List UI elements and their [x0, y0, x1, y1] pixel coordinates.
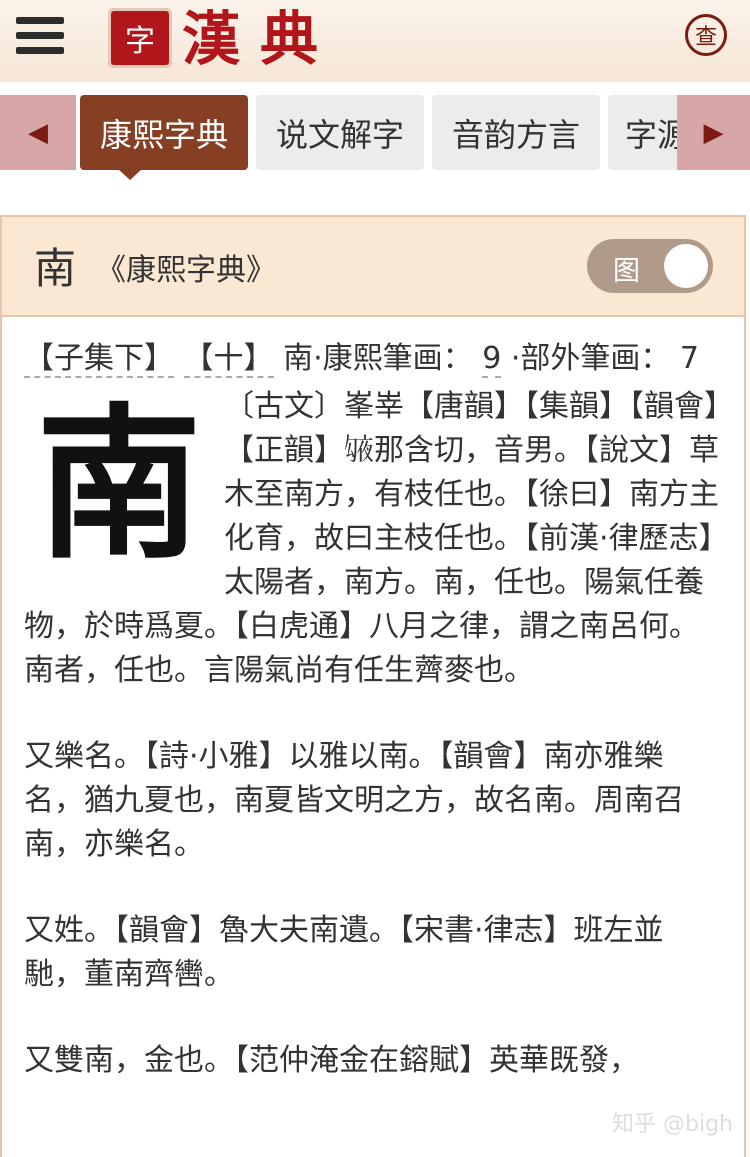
- toggle-knob: [664, 244, 708, 288]
- definition-para-1: 南 〔古文〕峯峷【唐韻】【集韻】【韻會】【正韻】𠅱那含切，音男。【說文】草木至南…: [24, 385, 720, 693]
- tab-kangxi[interactable]: 康熙字典: [80, 95, 248, 170]
- entry-meta: 【子集下】 【十】 南·康熙筆画： 9 ·部外筆画： 7: [24, 337, 720, 381]
- definition-para-3: 又姓。【韻會】魯大夫南遺。【宋書·律志】班左並馳，董南齊轡。: [24, 913, 664, 992]
- entry-content: 【子集下】 【十】 南·康熙筆画： 9 ·部外筆画： 7 南 〔古文〕峯峷【唐韻…: [24, 337, 720, 1125]
- watermark: 知乎 @bigh: [612, 1112, 733, 1137]
- entry-source-title: 《康熙字典》: [96, 253, 276, 288]
- character-image: 南: [36, 387, 202, 581]
- active-tab-pointer: [119, 170, 141, 180]
- dictionary-tabs: ◀ 康熙字典 说文解字 音韵方言 字源 ▶: [0, 82, 750, 212]
- logo-seal: 字: [108, 8, 172, 68]
- meta-strokes-link[interactable]: 9: [482, 341, 502, 378]
- meta-outer-value: 7: [679, 341, 700, 376]
- image-toggle[interactable]: 图: [587, 239, 713, 293]
- meta-radical-link[interactable]: 【十】: [183, 341, 274, 378]
- chevron-right-icon[interactable]: ▶: [677, 95, 750, 170]
- toggle-label: 图: [613, 256, 640, 287]
- entry-character: 南: [34, 244, 77, 293]
- chevron-left-icon[interactable]: ◀: [0, 95, 76, 170]
- app-header: 字 漢典 查: [0, 0, 750, 83]
- tab-yinyun[interactable]: 音韵方言: [432, 95, 600, 170]
- logo-text[interactable]: 漢典: [182, 4, 338, 74]
- meta-strokes-label: 南·康熙筆画：: [283, 341, 473, 376]
- meta-set-link[interactable]: 【子集下】: [24, 341, 174, 378]
- meta-outer-label: ·部外筆画：: [510, 341, 671, 376]
- entry-card: 南 《康熙字典》 图 【子集下】 【十】 南·康熙筆画： 9 ·部外筆画： 7 …: [0, 215, 746, 1157]
- menu-icon[interactable]: [16, 17, 64, 61]
- tab-shuowen[interactable]: 说文解字: [256, 95, 424, 170]
- definition-para-2: 又樂名。【詩·小雅】以雅以南。【韻會】南亦雅樂名，猶九夏也，南夏皆文明之方，故名…: [24, 739, 684, 862]
- entry-header: 南 《康熙字典》 图: [2, 217, 744, 317]
- search-button[interactable]: 查: [685, 14, 727, 56]
- definition-para-4: 又雙南，金也。【范仲淹金在鎔賦】英華既發，: [24, 1043, 639, 1078]
